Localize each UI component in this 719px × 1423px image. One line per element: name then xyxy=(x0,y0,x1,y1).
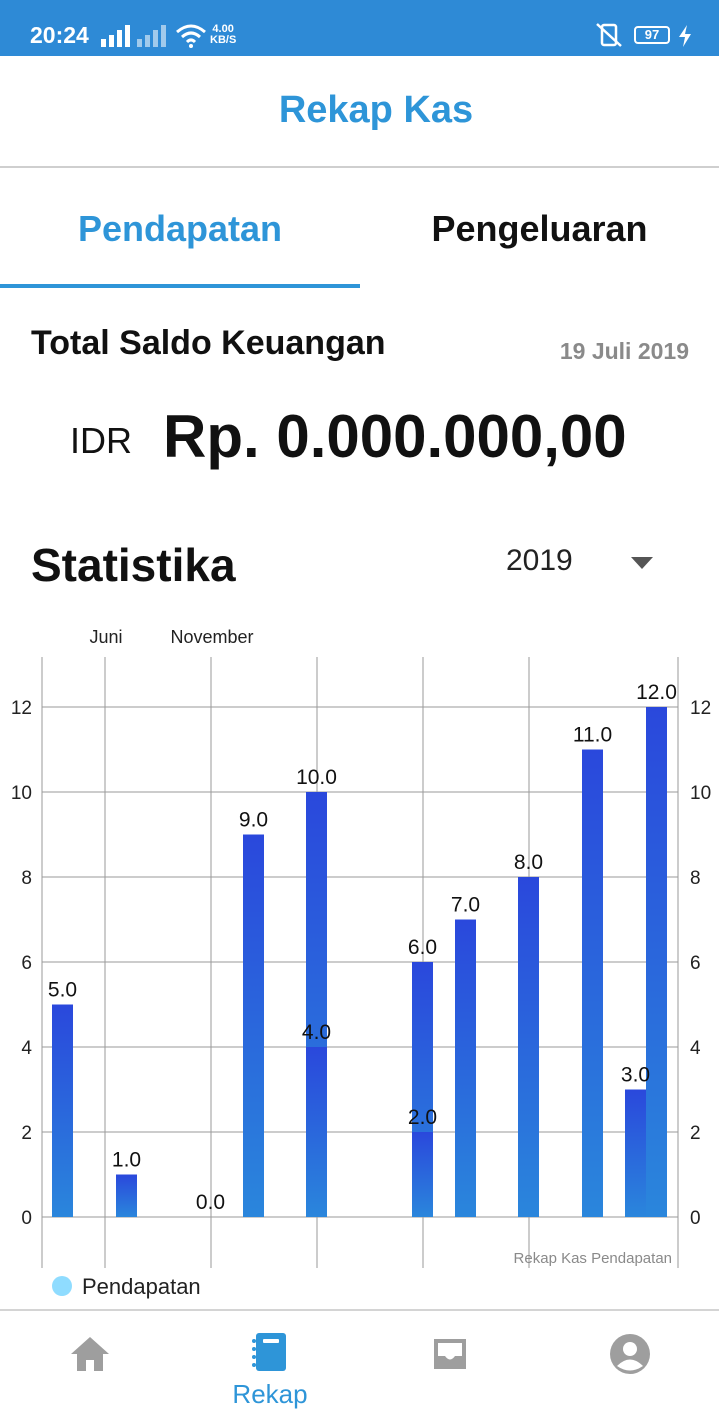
y-tick-label-left: 4 xyxy=(21,1038,32,1059)
status-bar: 20:24 4.00 KB/S 97 xyxy=(0,0,719,56)
bar xyxy=(582,749,603,1217)
y-tick-label-left: 6 xyxy=(21,953,32,974)
bar xyxy=(646,707,667,1217)
bar-value-label: 5.0 xyxy=(48,979,77,1002)
y-tick-label-right: 10 xyxy=(690,783,711,804)
signal-secondary-icon xyxy=(137,25,166,47)
y-tick-label-left: 8 xyxy=(21,868,32,889)
network-speed: 4.00 KB/S xyxy=(210,23,237,46)
pendapatan-bar-chart: 0 0 2 2 4 4 6 6 8 8 10 10 12 12 Juni November 5.0 1.0 0.0… xyxy=(11,627,711,1268)
y-tick-label-right: 0 xyxy=(690,1208,701,1229)
year-dropdown[interactable]: 2019 xyxy=(506,544,573,578)
bar-value-label: 9.0 xyxy=(239,809,268,832)
currency-code: IDR xyxy=(70,420,132,461)
bar xyxy=(518,877,539,1217)
bar xyxy=(455,919,476,1217)
tab-pendapatan[interactable]: Pendapatan xyxy=(0,168,360,288)
bar-value-label: 7.0 xyxy=(451,894,480,917)
bar-value-label: 10.0 xyxy=(296,766,337,789)
notebook-icon xyxy=(252,1333,286,1371)
bar-value-label: 0.0 xyxy=(196,1191,225,1214)
bar xyxy=(306,1047,327,1217)
bar-value-label: 11.0 xyxy=(573,724,612,747)
y-tick-label-right: 4 xyxy=(690,1038,701,1059)
bar-value-label: 12.0 xyxy=(636,681,677,704)
chart-description: Rekap Kas Pendapatan xyxy=(514,1250,672,1267)
saldo-label: Total Saldo Keuangan xyxy=(31,324,386,362)
bar xyxy=(412,1132,433,1217)
bottom-navigation: Rekap xyxy=(0,1309,719,1423)
nav-inbox[interactable] xyxy=(360,1311,540,1423)
bar xyxy=(52,1004,73,1217)
mute-vibrate-icon xyxy=(596,23,622,47)
bar-value-label: 8.0 xyxy=(514,851,543,874)
charging-icon xyxy=(679,25,691,47)
nav-rekap-label: Rekap xyxy=(232,1379,308,1409)
inbox-icon xyxy=(434,1339,466,1369)
nav-account[interactable] xyxy=(540,1311,719,1423)
bar-value-label: 2.0 xyxy=(408,1106,437,1129)
legend-swatch xyxy=(52,1276,72,1296)
app-header: Rekap Kas xyxy=(0,56,719,168)
bar xyxy=(625,1089,646,1217)
nav-home[interactable] xyxy=(0,1311,180,1423)
y-tick-label-left: 0 xyxy=(21,1208,32,1229)
signal-icon xyxy=(101,25,130,47)
x-top-label: Juni xyxy=(89,627,122,647)
saldo-date: 19 Juli 2019 xyxy=(559,338,689,364)
wifi-icon xyxy=(176,24,206,48)
y-tick-label-right: 12 xyxy=(690,698,711,719)
page-title: Rekap Kas xyxy=(278,89,474,131)
nav-rekap[interactable]: Rekap xyxy=(180,1311,360,1423)
bar xyxy=(116,1174,137,1217)
account-icon xyxy=(610,1334,650,1374)
status-time: 20:24 xyxy=(30,22,89,48)
dropdown-caret-icon[interactable] xyxy=(631,557,653,569)
bar-value-label: 3.0 xyxy=(621,1064,650,1087)
saldo-amount: Rp. 0.000.000,00 xyxy=(163,403,627,470)
y-tick-label-left: 2 xyxy=(21,1123,32,1144)
statistik-title: Statistika xyxy=(31,539,236,591)
y-tick-label-left: 12 xyxy=(11,698,32,719)
home-icon xyxy=(71,1337,109,1371)
y-tick-label-right: 2 xyxy=(690,1123,701,1144)
active-tab-indicator xyxy=(0,284,360,288)
x-top-label: November xyxy=(170,627,253,647)
battery-indicator: 97 xyxy=(634,26,670,44)
bar-value-label: 6.0 xyxy=(408,936,437,959)
y-tick-label-left: 10 xyxy=(11,783,32,804)
bar-value-label: 1.0 xyxy=(112,1149,141,1172)
tab-pengeluaran[interactable]: Pengeluaran xyxy=(360,168,719,288)
y-tick-label-right: 8 xyxy=(690,868,701,889)
bar-value-label: 4.0 xyxy=(302,1021,331,1044)
bar xyxy=(243,834,264,1217)
y-tick-label-right: 6 xyxy=(690,953,701,974)
legend-label: Pendapatan xyxy=(82,1274,201,1299)
